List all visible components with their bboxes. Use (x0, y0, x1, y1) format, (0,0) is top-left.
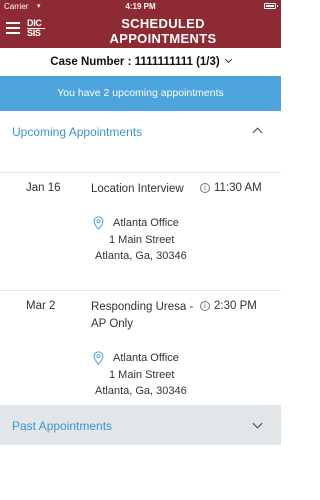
appointment-address: Atlanta Office 1 Main Street Atlanta, Ga… (95, 350, 187, 400)
appointment-date: Mar 2 (26, 300, 56, 312)
address-street: 1 Main Street (109, 233, 175, 246)
page-title: SCHEDULED APPOINTMENTS (55, 16, 271, 46)
info-icon[interactable]: i (200, 183, 210, 193)
logo-line2: SIS (27, 28, 45, 38)
info-icon[interactable]: i (200, 301, 210, 311)
address-office: Atlanta Office (113, 352, 179, 364)
address-street: 1 Main Street (109, 368, 175, 381)
upcoming-count-banner: You have 2 upcoming appointments (0, 76, 281, 111)
status-bar: Carrier ▾ 4:19 PM (0, 0, 281, 13)
app-header: DIC SIS SCHEDULED APPOINTMENTS (0, 13, 281, 48)
chevron-down-icon[interactable] (252, 418, 263, 429)
hamburger-icon[interactable] (6, 22, 20, 34)
appointment-time-block: i 11:30 AM (200, 182, 262, 194)
chevron-up-icon[interactable] (252, 127, 263, 138)
appointment-time: 2:30 PM (214, 300, 257, 312)
appointment-name: Location Interview (91, 183, 184, 195)
appointment-time-block: i 2:30 PM (200, 300, 257, 312)
appointment-item[interactable]: Mar 2 Responding Uresa - AP Only i 2:30 … (0, 290, 281, 405)
address-city: Atlanta, Ga, 30346 (95, 250, 187, 262)
past-appointments-label: Past Appointments (12, 419, 113, 433)
status-time: 4:19 PM (125, 2, 156, 11)
case-number-label: Case Number : 1111111111 (1/3) (50, 56, 220, 68)
page-title-line1: SCHEDULED (121, 16, 205, 31)
chevron-down-icon (224, 55, 232, 64)
appointment-name: Responding Uresa - AP Only (91, 301, 194, 330)
page-title-line2: APPOINTMENTS (109, 31, 217, 46)
address-city: Atlanta, Ga, 30346 (95, 385, 187, 397)
appointment-date: Jan 16 (26, 182, 61, 194)
appointment-time: 11:30 AM (214, 182, 262, 194)
banner-text: You have 2 upcoming appointments (57, 87, 224, 99)
upcoming-appointments-header[interactable]: Upcoming Appointments (0, 113, 281, 151)
upcoming-appointments-label: Upcoming Appointments (12, 125, 143, 139)
appointment-item[interactable]: Jan 16 Location Interview i 11:30 AM Atl… (0, 172, 281, 290)
app-logo: DIC SIS (27, 19, 45, 38)
battery-icon (264, 3, 278, 9)
address-office: Atlanta Office (113, 217, 179, 229)
case-number-selector[interactable]: Case Number : 1111111111 (1/3) (0, 55, 281, 76)
appointment-address: Atlanta Office 1 Main Street Atlanta, Ga… (95, 215, 187, 265)
logo-line1: DIC (27, 18, 42, 28)
past-appointments-header[interactable]: Past Appointments (0, 405, 281, 445)
